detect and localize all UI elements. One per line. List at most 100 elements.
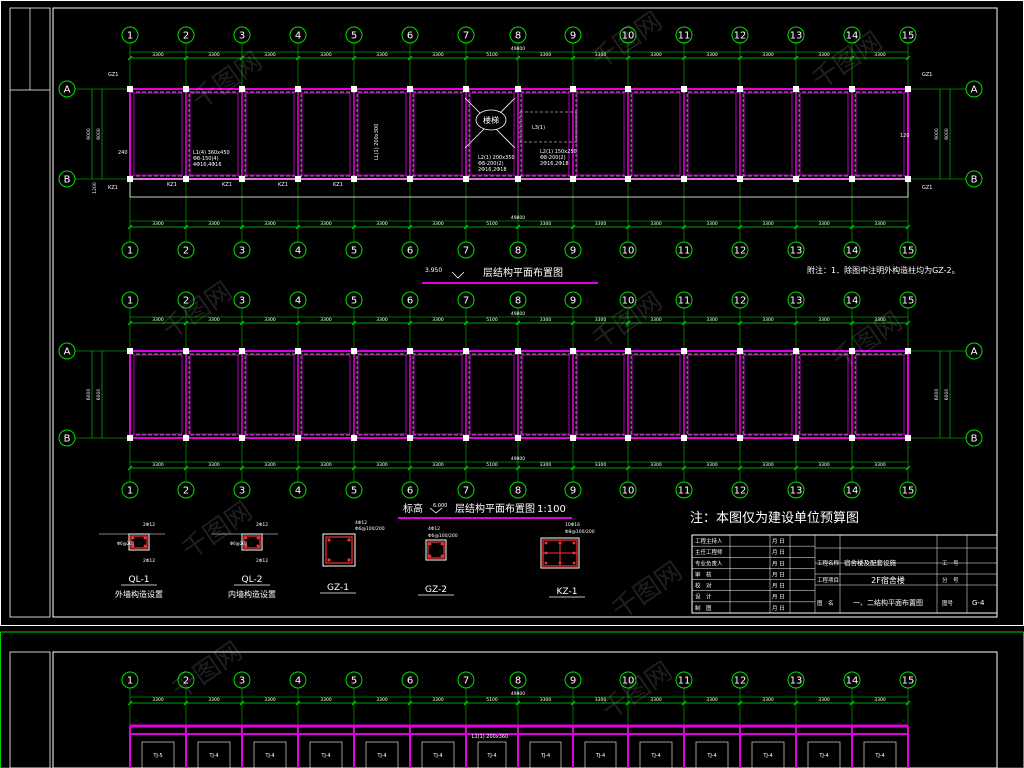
dim-text: 5100 (486, 462, 498, 468)
dim-text: 3300 (264, 697, 276, 703)
svg-text:2Φ12: 2Φ12 (256, 558, 268, 564)
plan2-column (849, 435, 855, 441)
plan1-column (463, 86, 469, 92)
plan2-column (570, 348, 576, 354)
tb-role: 制 图 (695, 604, 712, 612)
svg-text:4Φ12: 4Φ12 (428, 526, 440, 532)
sheet2-axis-11-label: 11 (678, 676, 691, 687)
plan2-title-text: 层结构平面布置图 (455, 502, 535, 515)
plan1-axis-12-label: 12 (734, 31, 747, 42)
dim-text: 3300 (152, 697, 164, 703)
dim-text: 3300 (706, 462, 718, 468)
dim-text: 3300 (376, 317, 388, 323)
svg-text:GZ1: GZ1 (108, 72, 118, 78)
watermark-text: 千图网 (597, 656, 678, 725)
plan2-axis-1-label: 1 (127, 296, 133, 307)
svg-text:2Φ16,2Φ18: 2Φ16,2Φ18 (478, 167, 507, 173)
plan1-axis-5-label: 5 (351, 31, 357, 42)
sheet1-left-strip (9, 7, 51, 618)
sheet2-axis-4-label: 4 (295, 676, 301, 687)
dim-text: 3300 (540, 221, 552, 227)
sheet2-mid-label: L1(1) 200x360 (472, 734, 509, 740)
plan2-axis-14-label: 14 (846, 296, 859, 307)
detail-1-name: QL-2 (242, 575, 263, 585)
plan2-column (515, 348, 521, 354)
plan1-column (681, 86, 687, 92)
plan2-axis-13-label: 13 (790, 296, 803, 307)
dim-text: 5100 (486, 697, 498, 703)
svg-text:2Φ12: 2Φ12 (143, 522, 155, 528)
plan2-axis-12-b-label: 12 (734, 486, 747, 497)
plan2-title: 标高 6.000 层结构平面布置图 1:100 (398, 502, 572, 519)
tb-project-item: 2F宿舍楼 (871, 575, 905, 585)
plan1-axis-8-label: 8 (515, 31, 521, 42)
svg-text:2Φ16,2Φ18: 2Φ16,2Φ18 (540, 161, 569, 167)
dim-text: 3300 (320, 221, 332, 227)
plan2-axis-4-b-label: 4 (295, 486, 301, 497)
dim-text: 3300 (762, 221, 774, 227)
dim-text: 3300 (376, 52, 388, 58)
plan2-column (905, 348, 911, 354)
sheet2-axis-8-label: 8 (515, 676, 521, 687)
svg-text:KZ1: KZ1 (167, 182, 177, 188)
dim-text: 3300 (762, 697, 774, 703)
dim-text: 3300 (320, 52, 332, 58)
dim-text: 3300 (432, 52, 444, 58)
sheet2-tag: TJ-4 (540, 753, 550, 759)
plan1-column (295, 86, 301, 92)
sheet2-tag: TJ-5 (152, 753, 162, 759)
detail-4-name: KZ-1 (557, 587, 578, 597)
dim-text: 3300 (706, 52, 718, 58)
plan1-axis-2-b-label: 2 (183, 246, 189, 257)
svg-text:Φ6@200: Φ6@200 (230, 541, 248, 546)
dim-text: 3300 (818, 697, 830, 703)
plan1-axis-1-label: 1 (127, 31, 133, 42)
dim-text: 3300 (264, 221, 276, 227)
plan2-axis-4-label: 4 (295, 296, 301, 307)
dim-text: 3300 (818, 221, 830, 227)
plan2-column (463, 348, 469, 354)
dim-text: 3300 (208, 462, 220, 468)
plan1-axis-12-b-label: 12 (734, 246, 747, 257)
sheet2-tag: TJ-4 (208, 753, 218, 759)
tb-project-item-label: 工程项目 (817, 576, 839, 584)
sheet2-axis-13-label: 13 (790, 676, 803, 687)
plan1-column (570, 86, 576, 92)
dim-total: 49800 (511, 46, 525, 52)
plan1-column (737, 86, 743, 92)
side-dim: 6000 (96, 128, 102, 140)
tb-date: 月 日 (772, 549, 785, 556)
dim-text: 3300 (320, 317, 332, 323)
plan2-axis-14-b-label: 14 (846, 486, 859, 497)
watermark-text: 千图网 (187, 46, 268, 115)
sheet2-axis-6-label: 6 (407, 676, 413, 687)
plan2-column (737, 435, 743, 441)
svg-text:10Φ16: 10Φ16 (565, 522, 580, 528)
dim-text: 3300 (320, 462, 332, 468)
plan2-row-A-label: A (64, 347, 71, 358)
detail-2-name: GZ-1 (327, 583, 349, 593)
plan1-axis-9-b-label: 9 (570, 246, 576, 257)
dim-text: 3300 (208, 52, 220, 58)
plan2-column (295, 348, 301, 354)
plan2-axis-5-b-label: 5 (351, 486, 357, 497)
svg-text:4Φ16,4Φ16: 4Φ16,4Φ16 (193, 162, 222, 168)
plan2-axis-3-b-label: 3 (239, 486, 245, 497)
plan2-axis-1-b-label: 1 (127, 486, 133, 497)
tb-date: 月 日 (772, 560, 785, 567)
plan1-axis-13-label: 13 (790, 31, 803, 42)
plan2-column (737, 348, 743, 354)
tb-role: 设 计 (695, 593, 712, 601)
tb-sheet-label: 图号 (942, 599, 954, 607)
sheet2-grid: 1 2 3 4 5 6 7 8 9 10 11 12 13 14 153300 3300 3300 3300 330… (121, 671, 917, 768)
svg-text:KZ1: KZ1 (278, 182, 288, 188)
plan2-axis-11-label: 11 (678, 296, 691, 307)
plan1-axis-14-b-label: 14 (846, 246, 859, 257)
dim-total: 49800 (511, 456, 525, 462)
title-block: 工程主持人月 日主任工程师月 日专业负责人月 日审 核月 日校 对月 日设 计月… (691, 534, 998, 614)
sheet2-axis-14-label: 14 (846, 676, 859, 687)
dim-text: 3300 (540, 317, 552, 323)
dim-text: 3300 (874, 221, 886, 227)
plan1-axis-7-label: 7 (463, 31, 469, 42)
plan1-stair: 楼梯 L3(1) (464, 97, 577, 149)
